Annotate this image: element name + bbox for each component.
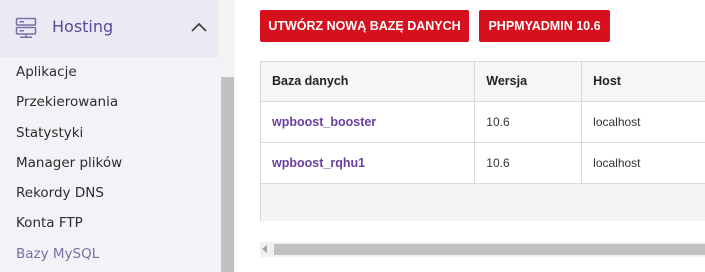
horizontal-scrollbar-thumb[interactable] [274, 244, 705, 255]
column-header-database: Baza danych [261, 62, 476, 102]
phpmyadmin-button[interactable]: PHPMYADMIN 10.6 [479, 10, 610, 42]
database-name-cell: wpboost_booster [261, 101, 476, 143]
chevron-up-icon[interactable] [189, 19, 209, 35]
sidebar-scrollbar-thumb[interactable] [221, 77, 234, 272]
sidebar-item-przekierowania[interactable]: Przekierowania [0, 87, 218, 117]
databases-table-container: Baza danych Wersja Host wpboost_booster … [260, 61, 705, 221]
sidebar-item-konta-ftp[interactable]: Konta FTP [0, 208, 218, 238]
database-name-link[interactable]: wpboost_rqhu1 [272, 156, 365, 170]
table-footer-area [261, 184, 705, 221]
sidebar-item-rekordy-dns[interactable]: Rekordy DNS [0, 178, 218, 208]
create-database-button[interactable]: UTWÓRZ NOWĄ BAZĘ DANYCH [260, 10, 469, 42]
table-row: wpboost_rqhu1 10.6 localhost [261, 142, 705, 184]
table-header-row: Baza danych Wersja Host [261, 62, 705, 102]
horizontal-scrollbar[interactable] [260, 242, 705, 257]
column-header-host: Host [581, 62, 705, 102]
databases-table: Baza danych Wersja Host wpboost_booster … [261, 62, 705, 184]
version-cell: 10.6 [474, 101, 583, 143]
host-cell: localhost [581, 142, 705, 184]
database-name-cell: wpboost_rqhu1 [261, 142, 476, 184]
sidebar-section-title: Hosting [52, 17, 114, 36]
host-cell: localhost [581, 101, 705, 143]
sidebar-item-bazy-mysql[interactable]: Bazy MySQL [0, 239, 218, 269]
sidebar-section-hosting[interactable]: Hosting [0, 0, 218, 57]
scroll-left-arrow-icon[interactable] [262, 245, 267, 253]
server-icon [14, 15, 38, 39]
sidebar-item-statystyki[interactable]: Statystyki [0, 118, 218, 148]
version-cell: 10.6 [474, 142, 583, 184]
sidebar-item-aplikacje[interactable]: Aplikacje [0, 57, 218, 87]
sidebar-nav: Aplikacje Przekierowania Statystyki Mana… [0, 57, 218, 269]
sidebar-item-manager-plikow[interactable]: Manager plików [0, 148, 218, 178]
database-name-link[interactable]: wpboost_booster [272, 115, 376, 129]
sidebar: Hosting Aplikacje Przekierowania Statyst… [0, 0, 235, 272]
table-row: wpboost_booster 10.6 localhost [261, 101, 705, 143]
column-header-version: Wersja [474, 62, 583, 102]
